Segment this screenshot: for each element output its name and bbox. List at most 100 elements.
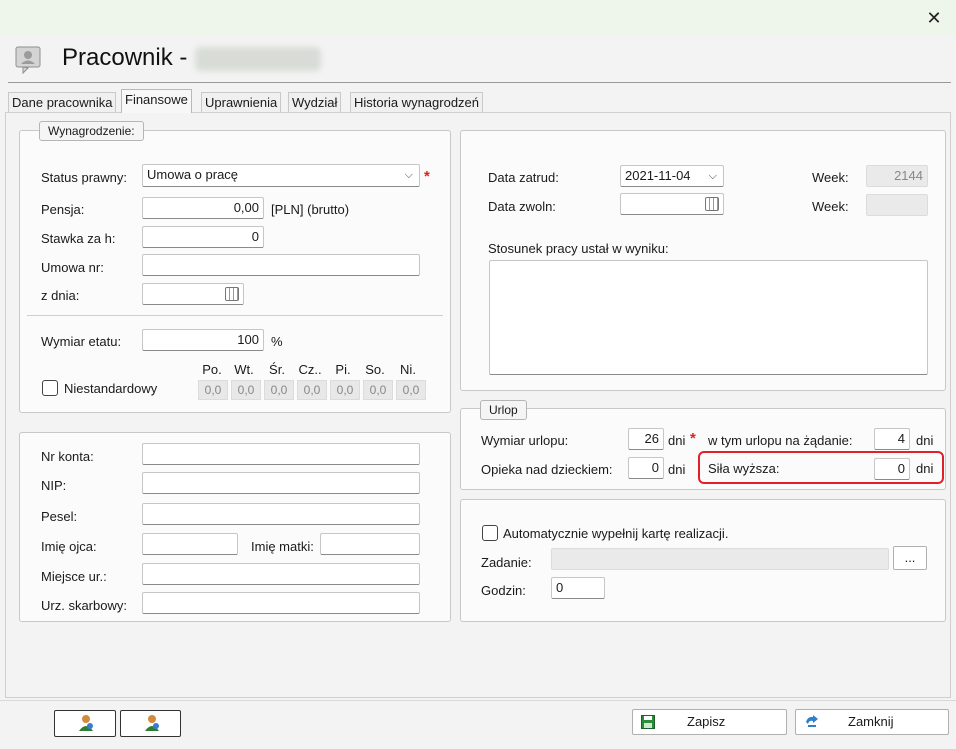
week-field-1: 2144	[866, 165, 928, 187]
day-label-wt: Wt.	[234, 362, 254, 377]
zadanie-field	[551, 548, 889, 570]
calendar-icon[interactable]	[705, 197, 719, 211]
na-zadanie-label: w tym urlopu na żądanie:	[708, 433, 853, 448]
nr-konta-field[interactable]	[142, 443, 420, 465]
data-zwoln-date-field[interactable]	[620, 193, 724, 215]
salary-divider	[27, 315, 443, 316]
floppy-disk-icon	[641, 715, 655, 729]
umowa-label: Umowa nr:	[41, 260, 104, 275]
data-zatrud-label: Data zatrud:	[488, 170, 559, 185]
close-icon[interactable]: ✕	[922, 6, 946, 30]
sila-wyzsza-field[interactable]: 0	[874, 458, 910, 480]
opieka-label: Opieka nad dzieckiem:	[481, 462, 613, 477]
tab-historia-wynagrodzen[interactable]: Historia wynagrodzeń	[350, 92, 484, 112]
day-label-ni: Ni.	[400, 362, 416, 377]
zdnia-label: z dnia:	[41, 288, 80, 303]
sila-wyzsza-label: Siła wyższa:	[708, 461, 780, 476]
miejsce-ur-label: Miejsce ur.:	[41, 569, 107, 584]
zadanie-label: Zadanie:	[481, 555, 532, 570]
header-divider	[8, 82, 951, 83]
status-required-mark: *	[424, 168, 430, 185]
day-label-po: Po.	[202, 362, 222, 377]
imie-matki-label: Imię matki:	[251, 539, 314, 554]
opieka-unit: dni	[668, 462, 686, 477]
close-button[interactable]: Zamknij	[795, 709, 949, 735]
page-title: Pracownik -	[62, 44, 322, 72]
status-label: Status prawny:	[41, 170, 127, 185]
urz-skarbowy-field[interactable]	[142, 592, 420, 614]
status-value: Umowa o pracę	[147, 167, 239, 182]
save-button[interactable]: Zapisz	[632, 709, 787, 735]
pensja-field[interactable]: 0,00	[142, 197, 264, 219]
na-zadanie-field[interactable]: 4	[874, 428, 910, 450]
tab-uprawnienia[interactable]: Uprawnienia	[201, 92, 282, 112]
urlop-legend: Urlop	[480, 400, 527, 420]
footer-divider	[0, 700, 956, 701]
na-zadanie-unit: dni	[916, 433, 934, 448]
stosunek-label: Stosunek pracy ustał w wyniku:	[488, 241, 669, 256]
urz-skarbowy-label: Urz. skarbowy:	[41, 598, 127, 613]
day-label-cz: Cz..	[298, 362, 322, 377]
day-field-po[interactable]: 0,0	[198, 380, 228, 400]
godzin-label: Godzin:	[481, 583, 526, 598]
wymiar-etatu-unit: %	[271, 334, 283, 349]
day-field-pi[interactable]: 0,0	[330, 380, 360, 400]
wymiar-etatu-field[interactable]: 100	[142, 329, 264, 351]
day-label-pi: Pi.	[335, 362, 351, 377]
browse-button[interactable]: ...	[893, 546, 927, 570]
employee-name-redacted	[195, 46, 322, 71]
auto-realizacja-label: Automatycznie wypełnij kartę realizacji.	[503, 526, 729, 541]
day-field-so[interactable]: 0,0	[363, 380, 393, 400]
pensja-unit: [PLN] (brutto)	[271, 202, 350, 217]
day-label-so: So.	[365, 362, 385, 377]
opieka-field[interactable]: 0	[628, 457, 664, 479]
user-add-icon	[79, 715, 93, 731]
data-zatrud-select[interactable]: 2021-11-04 ⌵	[620, 165, 724, 187]
niestandardowy-label: Niestandardowy	[64, 381, 158, 396]
pesel-label: Pesel:	[41, 509, 78, 524]
tab-wydzial[interactable]: Wydział	[288, 92, 342, 112]
salary-legend: Wynagrodzenie:	[39, 121, 144, 141]
umowa-field[interactable]	[142, 254, 420, 276]
chevron-down-icon: ⌵	[404, 169, 413, 181]
wymiar-urlopu-field[interactable]: 26	[628, 428, 664, 450]
zdnia-date-field[interactable]	[142, 283, 244, 305]
sila-wyzsza-unit: dni	[916, 461, 934, 476]
page-title-text: Pracownik -	[62, 44, 188, 71]
wymiar-urlopu-label: Wymiar urlopu:	[481, 433, 569, 448]
godzin-field[interactable]: 0	[551, 577, 605, 599]
day-field-cz[interactable]: 0,0	[297, 380, 327, 400]
stawka-label: Stawka za h:	[41, 231, 116, 246]
niestandardowy-checkbox[interactable]	[42, 380, 58, 396]
nip-field[interactable]	[142, 472, 420, 494]
user-action-button-2[interactable]	[120, 710, 181, 737]
calendar-icon[interactable]	[225, 287, 239, 301]
stawka-field[interactable]: 0	[142, 226, 264, 248]
imie-matki-field[interactable]	[320, 533, 420, 555]
imie-ojca-field[interactable]	[142, 533, 238, 555]
user-card-icon	[15, 46, 41, 75]
close-label: Zamknij	[848, 714, 894, 729]
day-field-sr[interactable]: 0,0	[264, 380, 294, 400]
data-zwoln-label: Data zwoln:	[488, 199, 556, 214]
week-field-2	[866, 194, 928, 216]
wymiar-etatu-label: Wymiar etatu:	[41, 334, 122, 349]
day-field-ni[interactable]: 0,0	[396, 380, 426, 400]
week-label-1: Week:	[812, 170, 849, 185]
stosunek-textarea[interactable]	[489, 260, 928, 375]
miejsce-ur-field[interactable]	[142, 563, 420, 585]
nip-label: NIP:	[41, 478, 67, 493]
tab-finansowe[interactable]: Finansowe	[121, 89, 192, 113]
user-remove-icon	[145, 715, 159, 731]
save-label: Zapisz	[687, 714, 726, 729]
chevron-down-icon: ⌵	[708, 170, 717, 182]
user-action-button-1[interactable]	[54, 710, 116, 737]
imie-ojca-label: Imię ojca:	[41, 539, 97, 554]
tab-dane-pracownika[interactable]: Dane pracownika	[8, 92, 117, 112]
data-zatrud-value: 2021-11-04	[625, 168, 691, 183]
day-field-wt[interactable]: 0,0	[231, 380, 261, 400]
pesel-field[interactable]	[142, 503, 420, 525]
status-select[interactable]: Umowa o pracę ⌵	[142, 164, 420, 187]
urlop-required-mark: *	[690, 430, 696, 447]
auto-realizacja-checkbox[interactable]	[482, 525, 498, 541]
